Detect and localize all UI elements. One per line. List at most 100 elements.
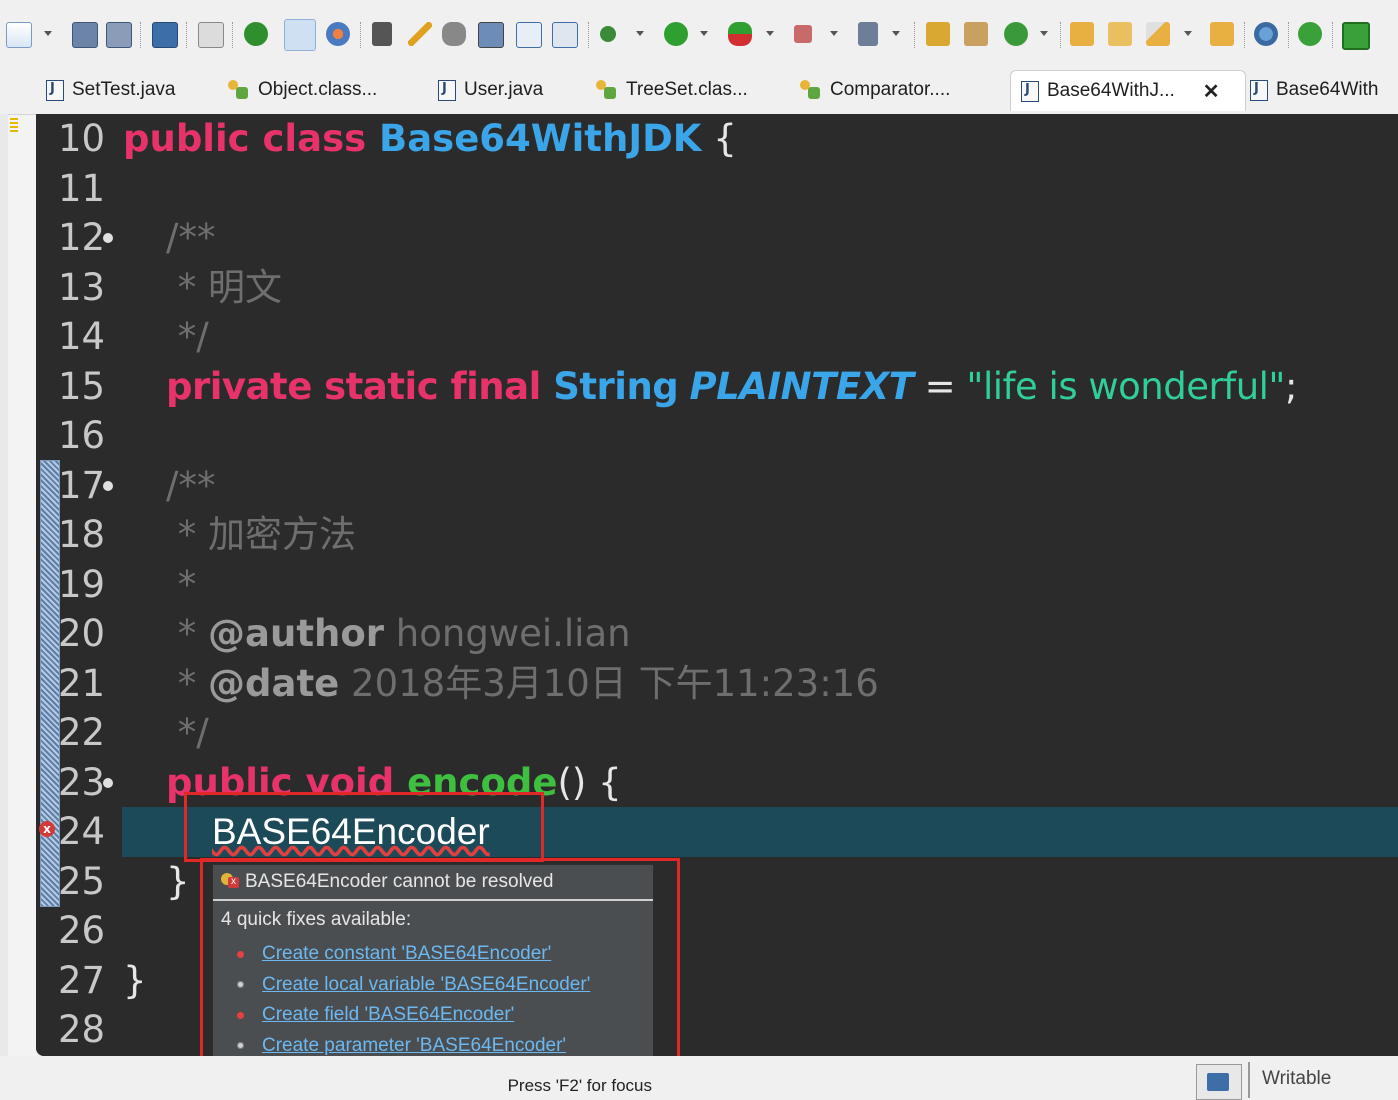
create-field-link[interactable]: Create field 'BASE64Encoder'	[262, 1004, 514, 1026]
code-line: 22 */	[36, 708, 1398, 758]
code-line: 20 * @author hongwei.lian	[36, 609, 1398, 659]
open-project-icon[interactable]	[1108, 22, 1132, 46]
chevron-down-icon[interactable]	[1184, 31, 1192, 36]
open-folder-icon[interactable]	[1070, 22, 1094, 46]
chevron-down-icon[interactable]	[830, 31, 838, 36]
code-line: 15 private static final String PLAINTEXT…	[36, 362, 1398, 412]
show-whitespace-icon[interactable]	[552, 22, 578, 48]
create-constant-link[interactable]: Create constant 'BASE64Encoder'	[262, 943, 551, 965]
tab-label: Object.class...	[258, 79, 378, 100]
console-icon[interactable]	[152, 22, 178, 48]
tab-base64with[interactable]: Base64With	[1250, 70, 1378, 110]
comment-text: /**	[166, 464, 216, 507]
open-task-icon[interactable]	[516, 22, 542, 48]
green-circle-icon[interactable]	[1298, 22, 1322, 46]
globe-icon[interactable]	[1254, 22, 1278, 46]
save-all-icon[interactable]	[106, 22, 132, 48]
toolbar-separator	[360, 22, 362, 48]
tab-label: Base64WithJ...	[1047, 80, 1175, 101]
next-annotation-icon[interactable]	[858, 22, 878, 46]
run-external-icon[interactable]	[728, 22, 752, 46]
tab-treeset-class[interactable]: TreeSet.clas...	[596, 70, 748, 110]
line-number: 20	[58, 612, 106, 655]
line-number: 12	[58, 216, 106, 259]
tab-settest[interactable]: SetTest.java	[46, 70, 176, 110]
focus-hint: Press 'F2' for focus	[212, 1072, 652, 1100]
code-line: 10 public class Base64WithJDK {	[36, 114, 1398, 164]
close-icon[interactable]: ✕	[1203, 79, 1220, 104]
create-parameter-link[interactable]: Create parameter 'BASE64Encoder'	[262, 1035, 566, 1057]
code-text: public void encode() {	[166, 761, 622, 804]
new-java-project-icon[interactable]	[926, 22, 950, 46]
field-bullet-icon	[237, 1011, 244, 1019]
chevron-down-icon[interactable]	[766, 31, 774, 36]
quick-fix-count: 4 quick fixes available:	[221, 909, 412, 930]
code-line: 17 /**	[36, 461, 1398, 511]
power-icon[interactable]	[244, 22, 268, 46]
line-number: 24	[58, 810, 106, 853]
quick-access-icon[interactable]	[372, 22, 392, 46]
fold-toggle-icon[interactable]	[103, 481, 113, 491]
insert-mode-icon[interactable]	[1196, 1064, 1242, 1100]
line-number: 13	[58, 266, 106, 309]
brush-icon[interactable]	[1146, 22, 1170, 46]
line-number: 17	[58, 464, 106, 507]
new-class-icon[interactable]	[1004, 22, 1028, 46]
code-line: 18 * 加密方法	[36, 510, 1398, 560]
toolbar-separator	[186, 22, 188, 48]
line-number: 21	[58, 662, 106, 705]
quick-fix-item: Create constant 'BASE64Encoder'	[237, 939, 653, 970]
open-type-icon[interactable]	[478, 22, 504, 48]
class-file-icon	[596, 80, 618, 100]
create-local-variable-link[interactable]: Create local variable 'BASE64Encoder'	[262, 974, 590, 996]
debug-icon[interactable]	[600, 26, 616, 42]
parameter-bullet-icon	[237, 1042, 244, 1050]
skip-breakpoints-icon[interactable]	[198, 22, 224, 48]
terminal-icon[interactable]	[1342, 22, 1370, 50]
new-icon[interactable]	[6, 22, 32, 48]
comment-text: * @date 2018年3月10日 下午11:23:16	[166, 662, 879, 705]
search-icon[interactable]	[442, 22, 466, 46]
comment-text: * @author hongwei.lian	[166, 612, 631, 655]
fold-toggle-icon[interactable]	[103, 778, 113, 788]
code-text: private static final String PLAINTEXT = …	[166, 365, 1297, 408]
tab-user[interactable]: User.java	[438, 70, 543, 110]
line-number: 23	[58, 761, 106, 804]
chevron-down-icon[interactable]	[1040, 31, 1048, 36]
code-text: }	[166, 860, 190, 903]
error-lightbulb-icon	[221, 873, 239, 891]
error-icon[interactable]: x	[39, 821, 55, 837]
chevron-down-icon[interactable]	[700, 31, 708, 36]
line-number: 28	[58, 1008, 106, 1051]
web-browser-icon[interactable]	[326, 22, 350, 46]
fold-toggle-icon[interactable]	[103, 233, 113, 243]
unresolved-identifier[interactable]: BASE64Encoder	[212, 807, 490, 857]
class-file-icon	[228, 80, 250, 100]
chevron-down-icon[interactable]	[892, 31, 900, 36]
run-icon[interactable]	[664, 22, 688, 46]
toolbar-separator	[914, 22, 916, 48]
java-file-icon	[1250, 79, 1268, 101]
toggle-mark-occurrences-icon[interactable]	[284, 19, 316, 51]
pen-icon[interactable]	[408, 22, 432, 46]
comment-text: * 加密方法	[166, 513, 357, 556]
line-number: 27	[58, 959, 106, 1002]
java-file-icon	[438, 79, 456, 101]
save-icon[interactable]	[72, 22, 98, 48]
tab-comparator[interactable]: Comparator....	[800, 70, 950, 110]
code-line: 23 public void encode() {	[36, 758, 1398, 808]
line-number: 15	[58, 365, 106, 408]
quick-fix-item: Create local variable 'BASE64Encoder'	[237, 970, 653, 1001]
tab-base64withjdk[interactable]: Base64WithJ... ✕	[1010, 70, 1246, 111]
code-line: 16	[36, 411, 1398, 461]
tab-object-class[interactable]: Object.class...	[228, 70, 377, 110]
folder-open-icon[interactable]	[1210, 22, 1234, 46]
chevron-down-icon[interactable]	[636, 31, 644, 36]
chevron-down-icon[interactable]	[44, 31, 52, 36]
stop-icon[interactable]	[794, 25, 812, 43]
new-package-icon[interactable]	[964, 22, 988, 46]
status-separator	[1248, 1062, 1250, 1098]
toolbar-separator	[232, 22, 234, 48]
quick-fix-hover: BASE64Encoder cannot be resolved 4 quick…	[212, 864, 654, 1074]
tab-label: User.java	[464, 79, 544, 100]
